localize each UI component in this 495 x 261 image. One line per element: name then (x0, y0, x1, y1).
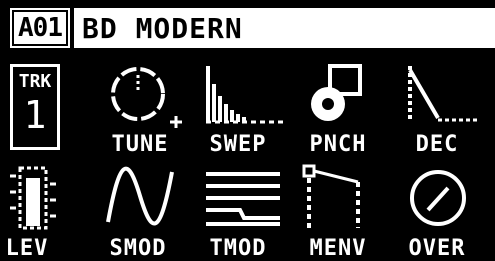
kit-name: BD MODERN (82, 11, 243, 45)
decay-envelope-icon[interactable] (400, 60, 490, 130)
punch-icon[interactable] (300, 60, 390, 130)
transient-lines-icon[interactable] (200, 162, 290, 234)
param-label-over: OVER (408, 236, 466, 261)
tune-dial-icon[interactable] (100, 60, 190, 130)
param-label-smod: SMOD (109, 236, 167, 261)
level-fader-icon[interactable] (4, 162, 64, 234)
param-label-swep: SWEP (209, 132, 267, 157)
pattern-indicator: A01 (10, 8, 70, 48)
param-label-dec: DEC (415, 132, 459, 157)
mod-envelope-icon[interactable] (300, 162, 390, 234)
param-label-tmod: TMOD (209, 236, 267, 261)
overdrive-dial-icon[interactable] (400, 162, 490, 234)
pattern-label: A01 (18, 13, 63, 43)
kit-name-bar: BD MODERN (74, 8, 495, 48)
param-label-tune: TUNE (111, 132, 169, 157)
track-number: 1 (23, 93, 47, 137)
synth-display: A01 BD MODERN TRK 1 TUNE SWEP PNCH DEC L… (0, 0, 495, 261)
sweep-bars-icon[interactable] (200, 60, 290, 130)
track-indicator: TRK 1 (10, 64, 60, 150)
param-label-lev: LEV (5, 236, 49, 261)
param-label-menv: MENV (309, 236, 367, 261)
sine-wave-icon[interactable] (100, 162, 190, 234)
track-label: TRK (18, 71, 52, 92)
param-label-pnch: PNCH (309, 132, 367, 157)
